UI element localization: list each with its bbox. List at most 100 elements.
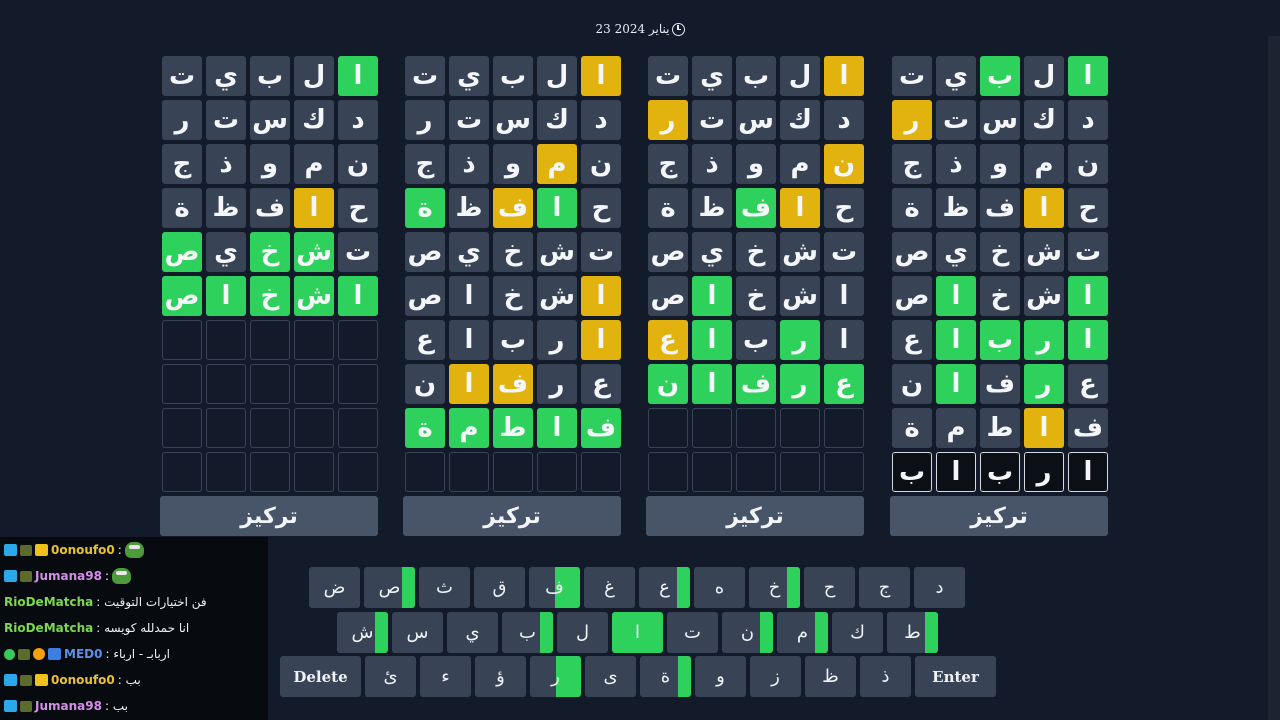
letter-tile: ص <box>648 276 688 316</box>
letter-key[interactable]: ء <box>420 656 471 697</box>
letter-key[interactable]: ق <box>474 567 525 608</box>
key-label: Delete <box>293 667 348 686</box>
letter-tile: ت <box>405 56 445 96</box>
letter-key[interactable]: ت <box>667 612 718 653</box>
keyboard-row-3: Delete ئ ء ؤ ر ى ة و ز ظ ذ Enter <box>280 656 996 697</box>
chat-username[interactable]: RioDeMatcha <box>4 595 93 609</box>
focus-button[interactable]: تركيز <box>890 496 1108 536</box>
letter-tile: ب <box>250 56 290 96</box>
chat-message: MED0 : اربابـ - ارباء <box>0 641 268 667</box>
letter-key[interactable]: ط <box>887 612 938 653</box>
letter-tile: م <box>936 408 976 448</box>
letter-key[interactable]: ف <box>529 567 580 608</box>
key-label: ط <box>904 622 921 643</box>
letter-tile: م <box>780 144 820 184</box>
letter-key[interactable]: ئ <box>365 656 416 697</box>
date-text: 23 يناير 2024 <box>595 22 670 36</box>
letter-tile: ا <box>537 188 577 228</box>
empty-tile <box>581 452 621 492</box>
letter-key[interactable]: و <box>695 656 746 697</box>
key-label: س <box>406 622 429 643</box>
letter-key[interactable]: ز <box>750 656 801 697</box>
empty-tile <box>338 408 378 448</box>
letter-key[interactable]: ض <box>309 567 360 608</box>
chat-message: Jumana98 : بب <box>0 693 268 719</box>
chat-username[interactable]: MED0 <box>64 647 102 661</box>
chat-username[interactable]: Jumana98 <box>35 569 102 583</box>
letter-key[interactable]: ث <box>419 567 470 608</box>
letter-tile: ا <box>936 276 976 316</box>
letter-key[interactable]: ر <box>530 656 581 697</box>
enter-key[interactable]: Enter <box>915 656 996 697</box>
letter-tile: ا <box>338 56 378 96</box>
letter-key[interactable]: م <box>777 612 828 653</box>
date-header: 23 يناير 2024 <box>0 22 1280 36</box>
letter-tile: ف <box>493 188 533 228</box>
letter-tile: ا <box>294 188 334 228</box>
letter-key[interactable]: ع <box>639 567 690 608</box>
letter-tile: ت <box>824 232 864 272</box>
letter-key[interactable]: غ <box>584 567 635 608</box>
letter-tile: د <box>338 100 378 140</box>
chat-username[interactable]: Jumana98 <box>35 699 102 713</box>
chat-text: : انا حمدلله كويسه <box>96 621 190 635</box>
delete-key[interactable]: Delete <box>280 656 361 697</box>
letter-key[interactable]: ص <box>364 567 415 608</box>
focus-button[interactable]: تركيز <box>403 496 621 536</box>
letter-tile: ف <box>493 364 533 404</box>
letter-tile: ف <box>980 364 1020 404</box>
letter-tile: ت <box>692 100 732 140</box>
letter-tile: م <box>1024 144 1064 184</box>
letter-key[interactable]: ة <box>640 656 691 697</box>
letter-tile: ك <box>780 100 820 140</box>
letter-tile: و <box>980 144 1020 184</box>
letter-key[interactable]: ل <box>557 612 608 653</box>
letter-tile: س <box>980 100 1020 140</box>
letter-tile: ا <box>780 188 820 228</box>
letter-tile: ب <box>736 320 776 360</box>
letter-tile: ة <box>892 408 932 448</box>
letter-key[interactable]: خ <box>749 567 800 608</box>
letter-key[interactable]: د <box>914 567 965 608</box>
letter-key[interactable]: س <box>392 612 443 653</box>
scrollbar-track[interactable] <box>1268 36 1280 720</box>
letter-key[interactable]: ظ <box>805 656 856 697</box>
letter-tile: ا <box>449 320 489 360</box>
focus-button[interactable]: تركيز <box>646 496 864 536</box>
letter-tile: ي <box>936 232 976 272</box>
letter-tile: ت <box>338 232 378 272</box>
blue-badge-icon <box>4 700 17 712</box>
green-badge-icon <box>4 648 15 660</box>
chat-username[interactable]: RioDeMatcha <box>4 621 93 635</box>
chat-message: Jumana98 : <box>0 563 268 589</box>
letter-key[interactable]: ى <box>585 656 636 697</box>
letter-tile: م <box>449 408 489 448</box>
key-label: ح <box>823 577 836 598</box>
chat-username[interactable]: 0onoufo0 <box>51 543 115 557</box>
letter-tile: ف <box>581 408 621 448</box>
letter-key[interactable]: ؤ <box>475 656 526 697</box>
chat-username[interactable]: 0onoufo0 <box>51 673 115 687</box>
tag-badge-icon <box>20 674 32 686</box>
chat-message: 0onoufo0 : <box>0 537 268 563</box>
letter-key[interactable]: ا <box>612 612 663 653</box>
letter-key[interactable]: ذ <box>860 656 911 697</box>
letter-key[interactable]: ج <box>859 567 910 608</box>
letter-key[interactable]: ه <box>694 567 745 608</box>
letter-key[interactable]: ح <box>804 567 855 608</box>
board-1: البيتدكسترنموذجحافظةتشخيصاشخاص تركيز <box>160 56 378 536</box>
letter-tile: ع <box>405 320 445 360</box>
letter-key[interactable]: ك <box>832 612 883 653</box>
letter-tile: ش <box>294 276 334 316</box>
letter-tile: ا <box>338 276 378 316</box>
letter-key[interactable]: ن <box>722 612 773 653</box>
letter-key[interactable]: ي <box>447 612 498 653</box>
letter-key[interactable]: ش <box>337 612 388 653</box>
letter-tile: ا <box>1068 56 1108 96</box>
letter-tile: ا <box>824 56 864 96</box>
letter-tile: ا <box>824 276 864 316</box>
focus-button[interactable]: تركيز <box>160 496 378 536</box>
letter-tile: ا <box>581 56 621 96</box>
key-label: ب <box>519 622 536 643</box>
letter-key[interactable]: ب <box>502 612 553 653</box>
